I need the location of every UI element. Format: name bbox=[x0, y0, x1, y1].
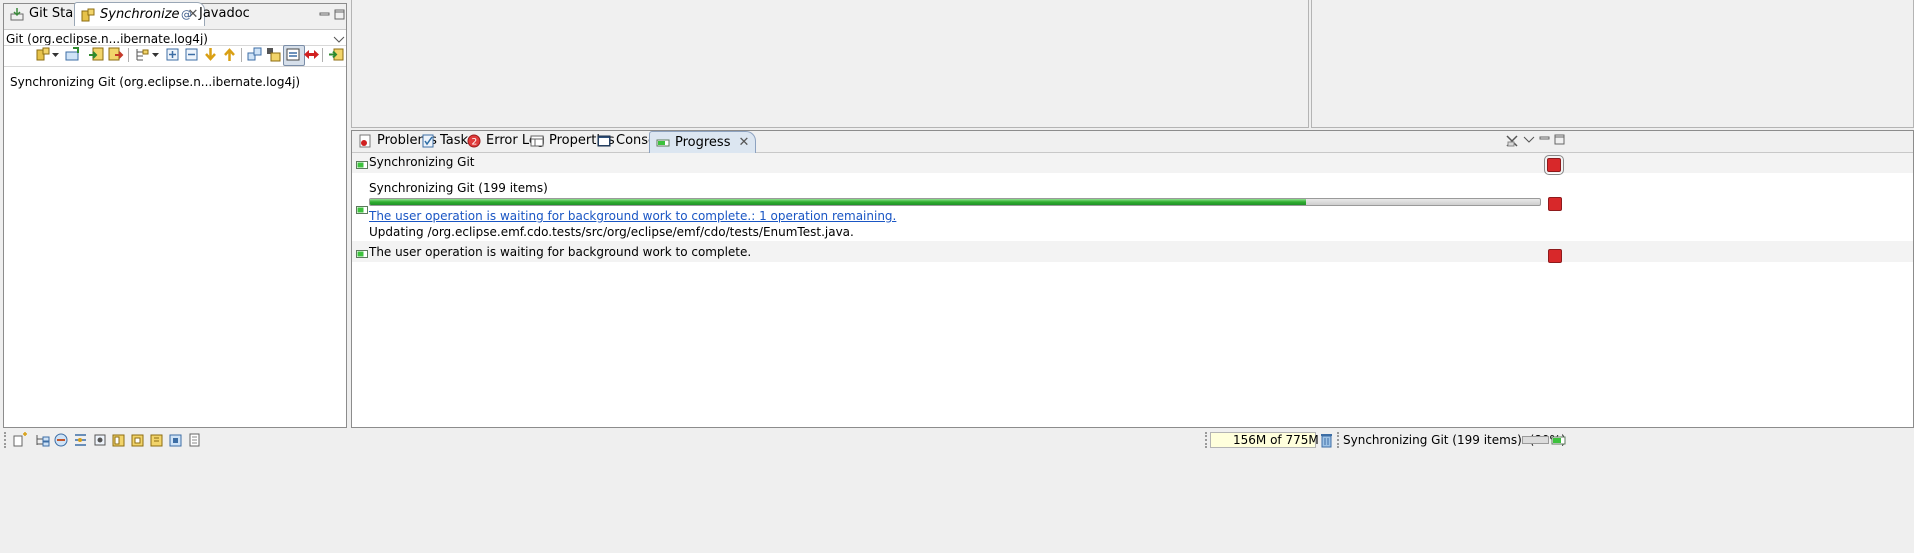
navigator-icon[interactable] bbox=[92, 432, 109, 448]
git-staging-icon bbox=[10, 7, 25, 21]
progress-icon bbox=[656, 136, 671, 150]
job-title: Synchronizing Git bbox=[369, 155, 475, 169]
properties-icon bbox=[530, 134, 545, 148]
synchronize-icon bbox=[81, 8, 96, 22]
tab-synchronize-label: Synchronize bbox=[100, 6, 180, 22]
maximize-icon[interactable] bbox=[1553, 133, 1567, 147]
job-progress-icon bbox=[356, 203, 368, 214]
link-with-editor-icon[interactable] bbox=[246, 46, 263, 63]
problems-icon bbox=[358, 134, 373, 148]
synchronize-dropdown-icon[interactable] bbox=[35, 46, 52, 63]
status-bar bbox=[0, 526, 1914, 553]
heap-status-label: 156M of 775M bbox=[1233, 433, 1319, 447]
view-menu-chevron-icon[interactable] bbox=[1522, 133, 1536, 147]
toolbar-separator bbox=[241, 48, 242, 62]
status-separator bbox=[1205, 432, 1207, 448]
job-row[interactable] bbox=[352, 153, 1913, 173]
new-view-icon[interactable] bbox=[12, 432, 29, 448]
synchronize-selector[interactable]: Git (org.eclipse.n...ibernate.log4j) bbox=[6, 32, 208, 46]
job-progress-icon bbox=[356, 158, 368, 169]
type-hierarchy-icon[interactable] bbox=[148, 432, 165, 448]
dropdown-arrow-icon[interactable] bbox=[151, 46, 160, 63]
stop-job-button[interactable] bbox=[1548, 249, 1562, 263]
job-progress-bar bbox=[369, 198, 1541, 206]
compare-mode-toggle-icon[interactable] bbox=[283, 45, 305, 66]
tab-progress[interactable]: Progress ✕ bbox=[649, 131, 757, 153]
outline-area bbox=[1311, 0, 1914, 128]
svg-text:2: 2 bbox=[472, 138, 478, 148]
collapse-all-icon[interactable] bbox=[183, 46, 200, 63]
close-tab-icon[interactable]: ✕ bbox=[738, 135, 749, 150]
job-title: The user operation is waiting for backgr… bbox=[369, 245, 752, 259]
garbage-collect-trash-icon[interactable] bbox=[1318, 432, 1335, 448]
package-explorer-icon[interactable] bbox=[110, 432, 127, 448]
git-repositories-icon[interactable] bbox=[53, 432, 70, 448]
stop-job-button[interactable] bbox=[1544, 155, 1564, 175]
repository-view-icon[interactable] bbox=[167, 432, 184, 448]
maximize-icon[interactable] bbox=[333, 8, 347, 22]
history-icon[interactable] bbox=[72, 432, 89, 448]
tree-top-divider bbox=[4, 66, 346, 67]
job-title: Synchronizing Git (199 items) bbox=[369, 181, 548, 195]
status-separator bbox=[1337, 432, 1339, 448]
dropdown-arrow-icon[interactable] bbox=[51, 46, 60, 63]
synchronize-action-icon[interactable] bbox=[328, 46, 345, 63]
tree-item-label: Synchronizing Git (org.eclipse.n...ibern… bbox=[10, 75, 301, 89]
status-progress-bar[interactable] bbox=[1522, 436, 1549, 444]
job-status-link[interactable]: The user operation is waiting for backgr… bbox=[369, 209, 896, 223]
tab-javadoc-label: Javadoc bbox=[199, 5, 250, 21]
hierarchy-icon[interactable] bbox=[34, 432, 51, 448]
job-progress-fill bbox=[370, 199, 1306, 205]
progress-view-icon[interactable] bbox=[1551, 432, 1568, 448]
incoming-mode-icon[interactable] bbox=[88, 46, 105, 63]
next-difference-icon[interactable] bbox=[202, 46, 219, 63]
minimize-icon[interactable] bbox=[318, 8, 332, 22]
project-explorer-icon[interactable] bbox=[129, 432, 146, 448]
editor-area bbox=[351, 0, 1309, 128]
toolbar-separator bbox=[322, 48, 323, 62]
job-progress-icon bbox=[356, 247, 368, 258]
tab-progress-label: Progress bbox=[675, 134, 731, 150]
status-bar-grip bbox=[4, 432, 6, 448]
tasks-icon bbox=[421, 134, 436, 148]
svg-text:@: @ bbox=[181, 8, 192, 21]
show-details-icon[interactable] bbox=[265, 46, 282, 63]
tab-javadoc[interactable]: @ Javadoc bbox=[174, 2, 256, 25]
synchronize-selector-label: Git (org.eclipse.n...ibernate.log4j) bbox=[6, 32, 208, 46]
outgoing-mode-icon[interactable] bbox=[107, 46, 124, 63]
expand-all-icon[interactable] bbox=[164, 46, 181, 63]
remove-all-finished-icon[interactable] bbox=[1505, 134, 1519, 148]
job-detail: Updating /org.eclipse.emf.cdo.tests/src/… bbox=[369, 225, 854, 239]
stop-job-button[interactable] bbox=[1548, 197, 1562, 211]
document-icon[interactable] bbox=[186, 432, 203, 448]
toolbar-separator bbox=[128, 48, 129, 62]
minimize-icon[interactable] bbox=[1538, 133, 1552, 147]
tree-item-synchronizing[interactable]: Synchronizing Git (org.eclipse.n...ibern… bbox=[10, 75, 300, 89]
progress-view bbox=[351, 130, 1914, 428]
pin-icon[interactable] bbox=[64, 46, 81, 63]
previous-difference-icon[interactable] bbox=[221, 46, 238, 63]
javadoc-at-icon: @ bbox=[180, 7, 195, 21]
console-icon bbox=[597, 134, 612, 148]
both-modes-icon[interactable] bbox=[303, 46, 320, 63]
error-log-icon: 2 bbox=[467, 134, 482, 148]
presentation-tree-icon[interactable] bbox=[134, 46, 151, 63]
